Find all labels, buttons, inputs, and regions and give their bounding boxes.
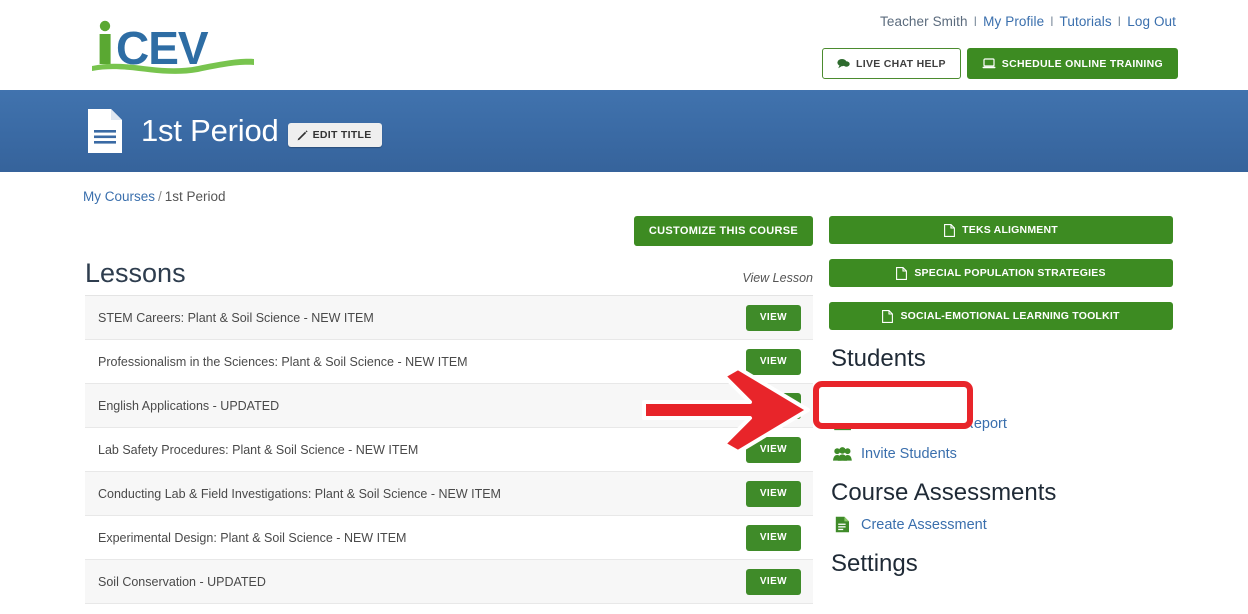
- lesson-row[interactable]: Experimental Design: Plant & Soil Scienc…: [85, 516, 813, 560]
- settings-section-heading: Settings: [831, 550, 918, 577]
- live-chat-help-button[interactable]: LIVE CHAT HELP: [822, 48, 961, 79]
- list-icon: [833, 381, 852, 400]
- invite-students-link[interactable]: Invite Students: [833, 444, 1173, 463]
- lesson-row[interactable]: Lab Safety Procedures: Plant & Soil Scie…: [85, 428, 813, 472]
- lesson-name: Conducting Lab & Field Investigations: P…: [98, 486, 501, 501]
- edit-title-button[interactable]: EDIT TITLE: [287, 123, 382, 147]
- social-emotional-learning-toolkit-button[interactable]: SOCIAL-EMOTIONAL LEARNING TOOLKIT: [829, 302, 1173, 330]
- course-grades-report-link[interactable]: Course Grades Report: [833, 414, 1173, 433]
- laptop-icon: [982, 58, 996, 69]
- edit-title-label: EDIT TITLE: [312, 129, 372, 141]
- teks-alignment-button[interactable]: TEKS ALIGNMENT: [829, 216, 1173, 244]
- breadcrumb: My Courses/1st Period: [83, 189, 226, 204]
- live-chat-help-label: LIVE CHAT HELP: [856, 57, 946, 70]
- lesson-row[interactable]: Professionalism in the Sciences: Plant &…: [85, 340, 813, 384]
- lesson-list: STEM Careers: Plant & Soil Science - NEW…: [85, 295, 813, 604]
- view-lesson-button[interactable]: VIEW: [745, 480, 801, 507]
- course-sidebar: TEKS ALIGNMENT SPECIAL POPULATION STRATE…: [829, 216, 1173, 586]
- lesson-name: Lab Safety Procedures: Plant & Soil Scie…: [98, 442, 419, 457]
- nav-separator-1: I: [973, 14, 978, 29]
- teks-alignment-label: TEKS ALIGNMENT: [962, 224, 1058, 236]
- lesson-row[interactable]: Conducting Lab & Field Investigations: P…: [85, 472, 813, 516]
- nav-separator-3: I: [1117, 14, 1122, 29]
- view-lesson-button[interactable]: VIEW: [745, 568, 801, 595]
- create-assessment-link[interactable]: Create Assessment: [833, 515, 1173, 534]
- schedule-online-training-button[interactable]: SCHEDULE ONLINE TRAINING: [966, 48, 1178, 79]
- icev-logo[interactable]: CEV: [88, 14, 258, 76]
- document-green-icon: [833, 515, 852, 534]
- students-section-heading: Students: [831, 345, 926, 372]
- breadcrumb-my-courses[interactable]: My Courses: [83, 189, 155, 204]
- schedule-online-training-label: SCHEDULE ONLINE TRAINING: [1001, 57, 1163, 70]
- customize-this-course-button[interactable]: CUSTOMIZE THIS COURSE: [633, 216, 813, 246]
- document-icon: [944, 223, 956, 237]
- pencil-icon: [297, 129, 308, 141]
- course-grades-report-label: Course Grades Report: [861, 415, 1007, 432]
- page-title: 1st Period: [141, 113, 279, 148]
- people-icon: [833, 444, 852, 463]
- view-lesson-button[interactable]: VIEW: [745, 304, 801, 331]
- lesson-name: Experimental Design: Plant & Soil Scienc…: [98, 530, 407, 545]
- lesson-name: Soil Conservation - UPDATED: [98, 574, 266, 589]
- course-document-icon: [85, 108, 125, 154]
- user-nav: Teacher Smith I My Profile I Tutorials I…: [880, 14, 1176, 29]
- top-bar: CEV Teacher Smith I My Profile I Tutoria…: [0, 0, 1248, 90]
- special-population-strategies-label: SPECIAL POPULATION STRATEGIES: [914, 267, 1106, 279]
- nav-separator-2: I: [1050, 14, 1054, 29]
- social-emotional-learning-toolkit-label: SOCIAL-EMOTIONAL LEARNING TOOLKIT: [900, 310, 1120, 322]
- tutorials-link[interactable]: Tutorials: [1060, 14, 1112, 29]
- view-lesson-button[interactable]: VIEW: [745, 392, 801, 419]
- view-lesson-button[interactable]: VIEW: [745, 524, 801, 551]
- manage-roster-label: Manage Roster: [861, 382, 961, 399]
- view-lesson-column-label: View Lesson: [742, 271, 813, 285]
- lesson-row[interactable]: English Applications - UPDATED VIEW: [85, 384, 813, 428]
- special-population-strategies-button[interactable]: SPECIAL POPULATION STRATEGIES: [829, 259, 1173, 287]
- view-lesson-button[interactable]: VIEW: [745, 436, 801, 463]
- create-assessment-label: Create Assessment: [861, 516, 987, 533]
- log-out-link[interactable]: Log Out: [1127, 14, 1176, 29]
- chat-bubble-icon: [837, 58, 850, 69]
- lessons-panel: CUSTOMIZE THIS COURSE Lessons View Lesso…: [85, 216, 813, 604]
- my-profile-link[interactable]: My Profile: [983, 14, 1044, 29]
- top-action-buttons: LIVE CHAT HELP SCHEDULE ONLINE TRAINING: [822, 48, 1178, 79]
- breadcrumb-separator: /: [158, 189, 162, 204]
- course-assessments-section-heading: Course Assessments: [831, 479, 1057, 506]
- lessons-heading: Lessons: [85, 258, 186, 288]
- document-icon: [882, 309, 894, 323]
- view-lesson-button[interactable]: VIEW: [745, 348, 801, 375]
- breadcrumb-current: 1st Period: [164, 189, 226, 204]
- user-name: Teacher Smith: [880, 14, 968, 29]
- lesson-row[interactable]: STEM Careers: Plant & Soil Science - NEW…: [85, 296, 813, 340]
- lesson-name: English Applications - UPDATED: [98, 398, 280, 413]
- document-icon: [896, 266, 908, 280]
- lesson-name: STEM Careers: Plant & Soil Science - NEW…: [98, 310, 374, 325]
- manage-roster-link[interactable]: Manage Roster: [833, 381, 1173, 400]
- lesson-name: Professionalism in the Sciences: Plant &…: [98, 354, 468, 369]
- page-header-bar: 1st Period EDIT TITLE: [0, 90, 1248, 172]
- lesson-row[interactable]: Soil Conservation - UPDATED VIEW: [85, 560, 813, 604]
- chart-icon: [833, 414, 852, 433]
- invite-students-label: Invite Students: [861, 445, 957, 462]
